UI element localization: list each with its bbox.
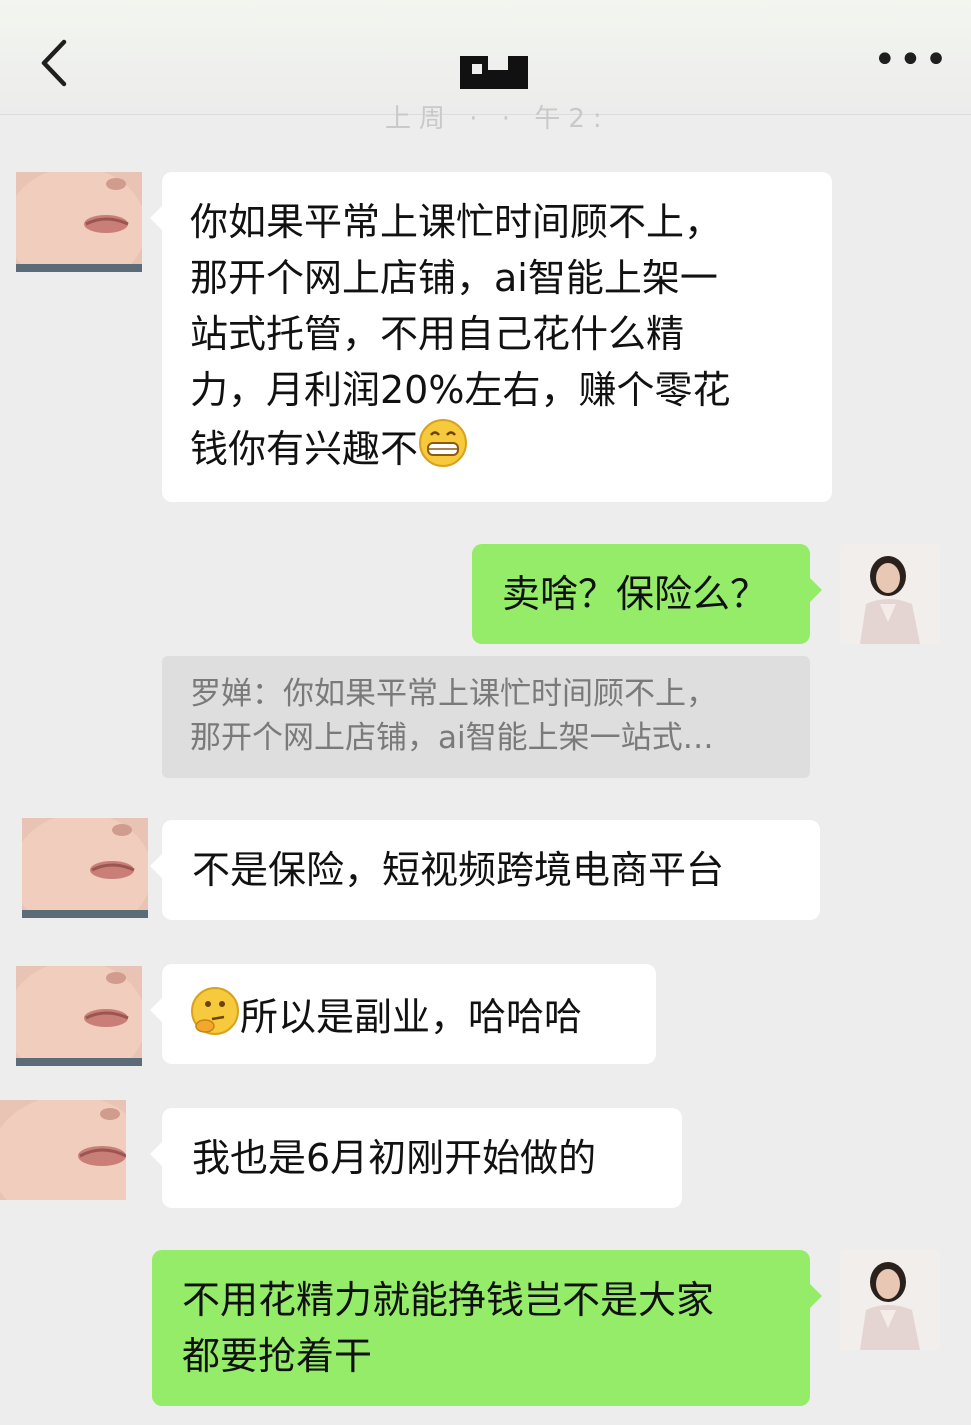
chevron-left-icon	[41, 39, 67, 87]
message-text: 卖啥？保险么？	[502, 572, 769, 616]
timestamp-faded: 上周 · · 午2:	[385, 104, 610, 134]
my-avatar[interactable]	[840, 544, 940, 644]
message-text: 那开个网上店铺，ai智能上架一	[190, 256, 718, 300]
baby-face-avatar-icon	[22, 818, 148, 918]
baby-face-avatar-icon	[0, 1100, 126, 1200]
back-button[interactable]	[26, 28, 86, 98]
message-text: 不是保险，短视频跨境电商平台	[192, 848, 725, 892]
message-bubble-received[interactable]: 所以是副业，哈哈哈	[150, 964, 656, 1064]
message-bubble-sent[interactable]: 卖啥？保险么？	[472, 544, 822, 644]
baby-face-avatar-icon	[16, 966, 142, 1066]
message-text: 钱你有兴趣不	[190, 427, 419, 471]
more-options-button[interactable]: •••	[873, 40, 948, 84]
baby-face-avatar-icon	[16, 172, 142, 272]
thinking-face-icon	[191, 987, 239, 1035]
quote-text: 罗婵：你如果平常上课忙时间顾不上，	[190, 676, 717, 712]
contact-avatar[interactable]	[0, 1100, 126, 1200]
message-bubble-received[interactable]: 不是保险，短视频跨境电商平台	[150, 820, 820, 920]
woman-portrait-avatar-icon	[840, 1250, 940, 1350]
message-text: 你如果平常上课忙时间顾不上，	[190, 200, 723, 244]
contact-avatar[interactable]	[16, 172, 142, 272]
message-bubble-received[interactable]: 你如果平常上课忙时间顾不上， 那开个网上店铺，ai智能上架一 站式托管，不用自己…	[150, 172, 832, 502]
contact-name-redacted	[460, 56, 528, 89]
contact-avatar[interactable]	[22, 818, 148, 918]
grinning-face-icon	[419, 419, 468, 467]
message-text: 都要抢着干	[182, 1334, 373, 1378]
message-text: 力，月利润20%左右，赚个零花	[190, 368, 731, 412]
message-bubble-received[interactable]: 我也是6月初刚开始做的	[150, 1108, 682, 1208]
message-text: 所以是副业，哈哈哈	[240, 995, 583, 1039]
message-text: 站式托管，不用自己花什么精	[190, 312, 685, 356]
message-text: 我也是6月初刚开始做的	[192, 1136, 597, 1180]
my-avatar[interactable]	[840, 1250, 940, 1350]
message-text: 不用花精力就能挣钱岂不是大家	[182, 1278, 715, 1322]
message-bubble-sent[interactable]: 不用花精力就能挣钱岂不是大家 都要抢着干	[152, 1250, 822, 1406]
quote-text: 那开个网上店铺，ai智能上架一站式…	[190, 720, 714, 756]
woman-portrait-avatar-icon	[840, 544, 940, 644]
contact-avatar[interactable]	[16, 966, 142, 1066]
quoted-reply[interactable]: 罗婵：你如果平常上课忙时间顾不上， 那开个网上店铺，ai智能上架一站式…	[162, 656, 810, 778]
